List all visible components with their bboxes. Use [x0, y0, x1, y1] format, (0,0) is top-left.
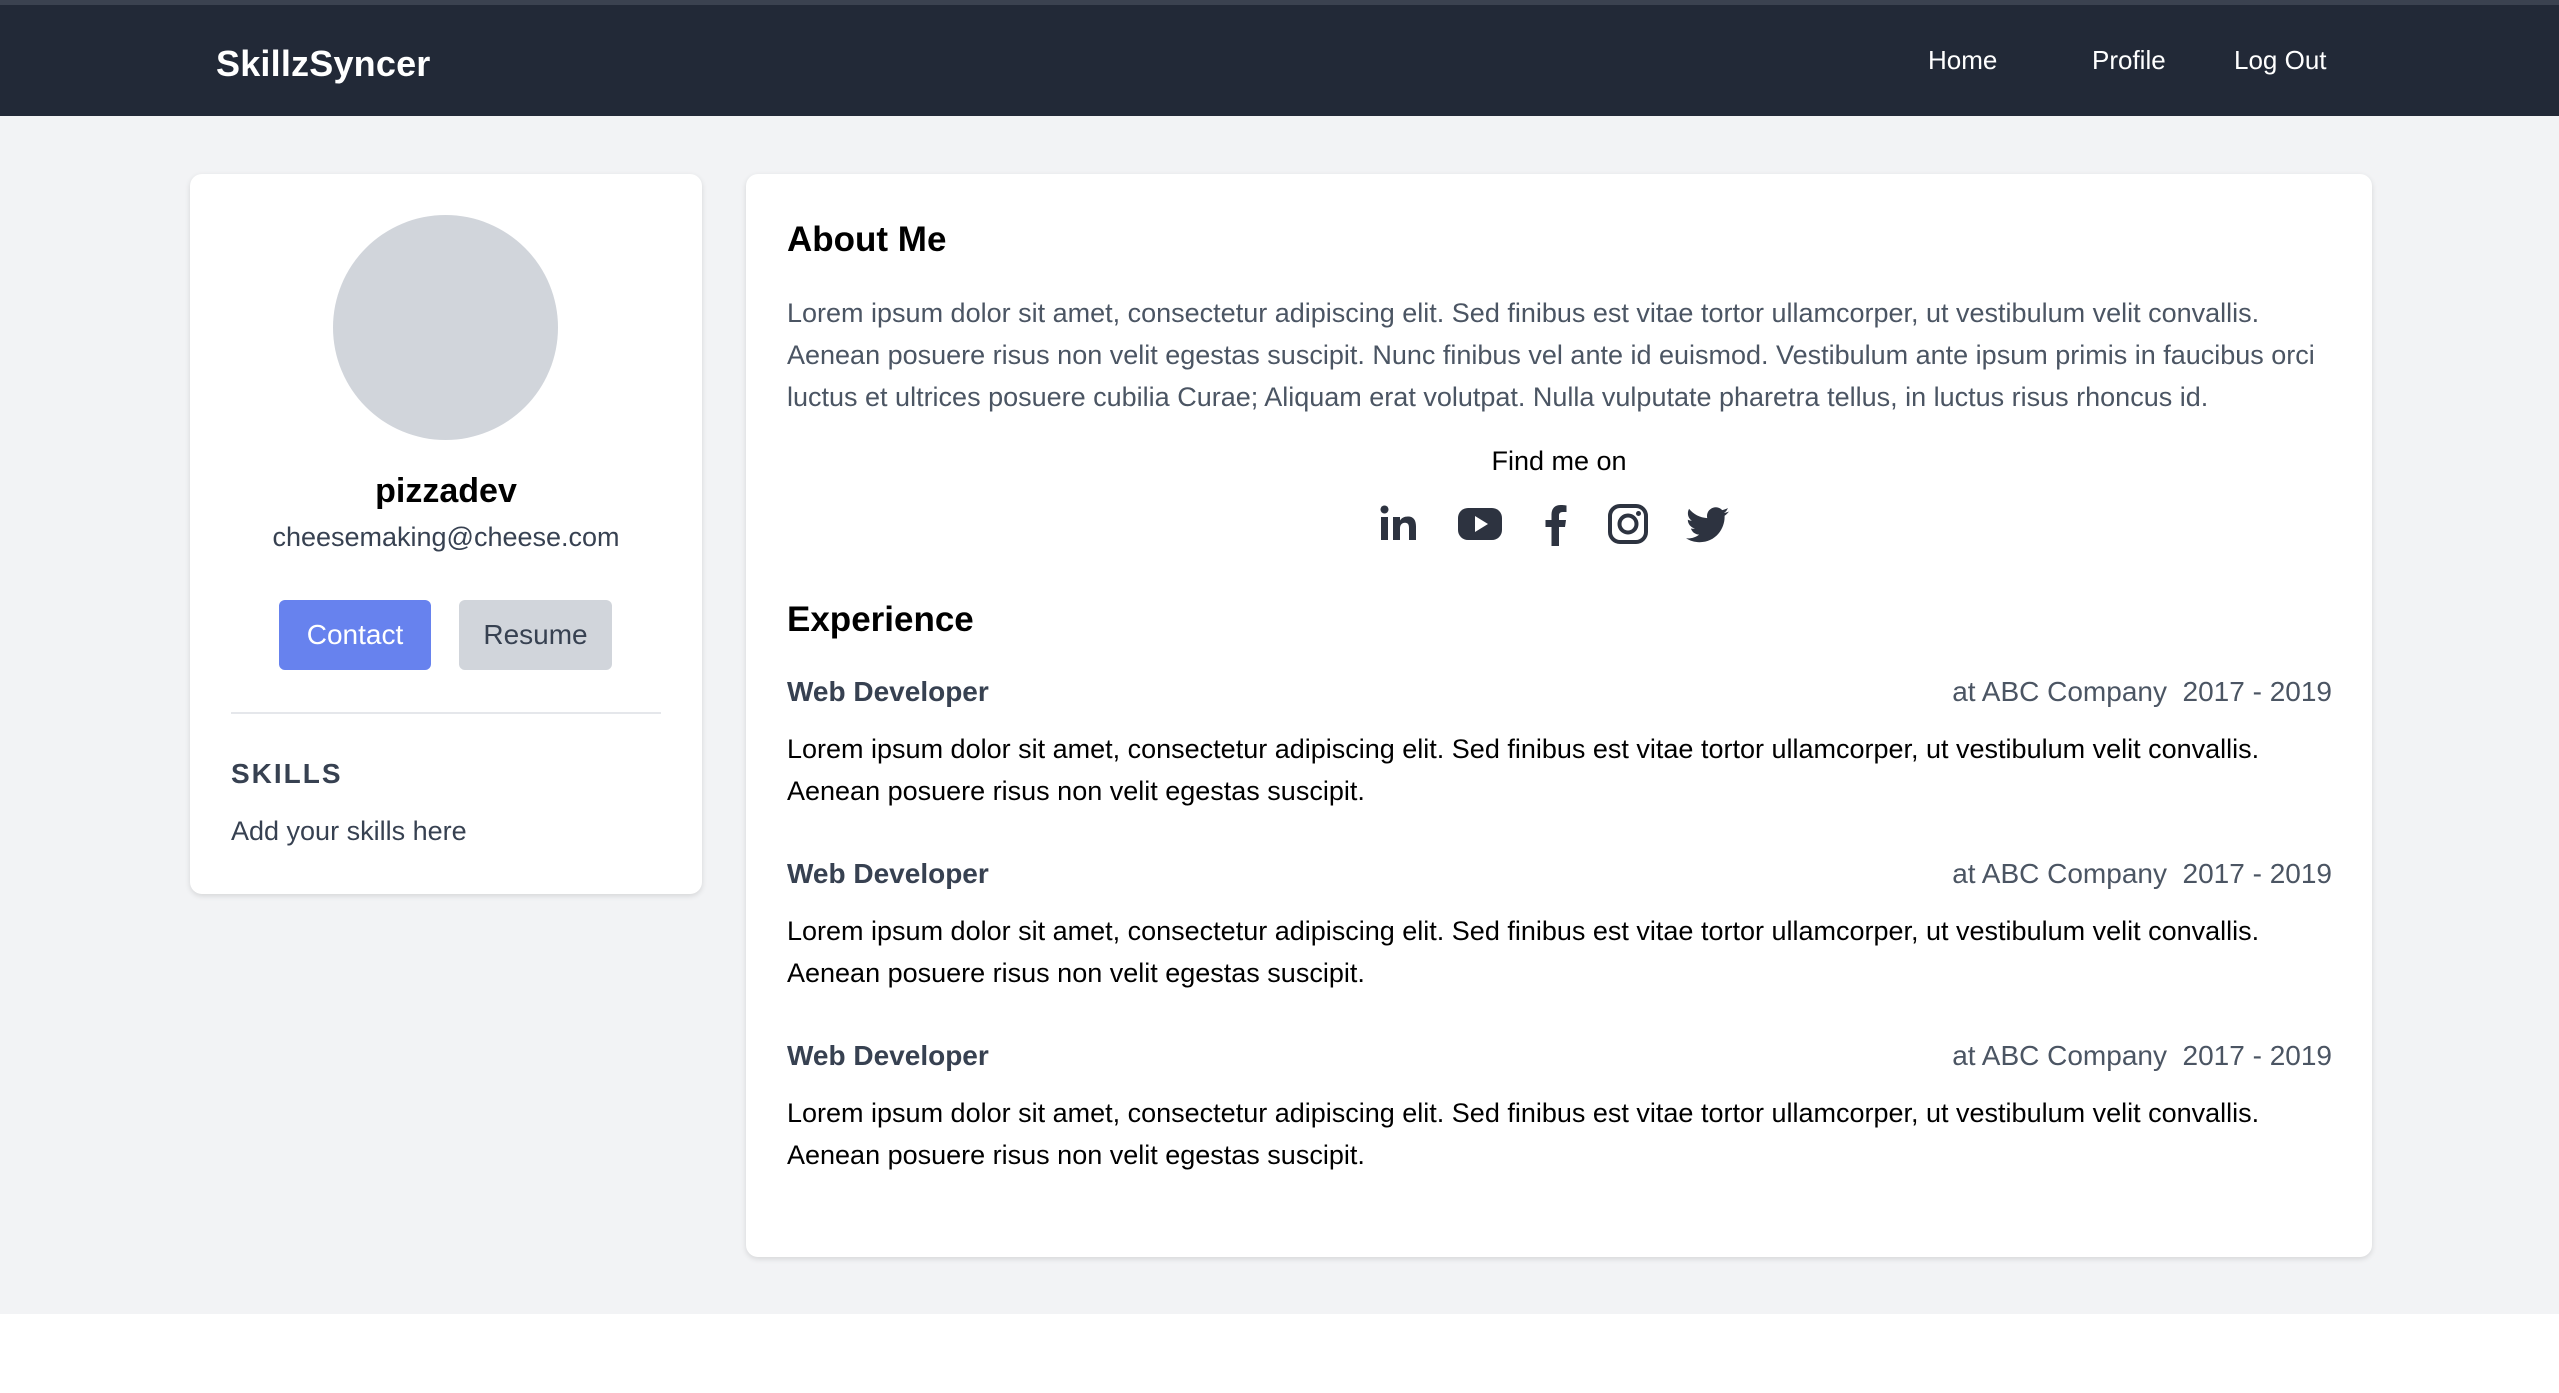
experience-meta: at ABC Company 2017 - 2019: [1952, 1040, 2332, 1072]
avatar: [333, 215, 558, 440]
experience-description: Lorem ipsum dolor sit amet, consectetur …: [787, 916, 2260, 988]
nav-profile-link[interactable]: Profile: [2092, 45, 2166, 76]
experience-item: Web Developer at ABC Company 2017 - 2019…: [787, 1040, 2332, 1180]
experience-role: Web Developer: [787, 858, 989, 889]
youtube-icon[interactable]: [1456, 500, 1504, 548]
social-links: [746, 500, 2372, 548]
find-me-label: Find me on: [1491, 446, 1627, 476]
experience-company: at ABC Company: [1952, 1040, 2167, 1071]
instagram-icon[interactable]: [1604, 500, 1652, 548]
navbar: SkillzSyncer Home Profile Log Out: [0, 5, 2559, 116]
nav-logout-link[interactable]: Log Out: [2234, 45, 2327, 76]
facebook-icon[interactable]: [1532, 500, 1580, 548]
about-card: About Me Lorem ipsum dolor sit amet, con…: [746, 174, 2372, 1257]
linkedin-icon[interactable]: [1374, 500, 1422, 548]
experience-company: at ABC Company: [1952, 676, 2167, 707]
profile-card: pizzadev cheesemaking@cheese.com Contact…: [190, 174, 702, 894]
about-heading: About Me: [787, 220, 947, 259]
contact-button[interactable]: Contact: [279, 600, 431, 670]
user-email: cheesemaking@cheese.com: [272, 522, 620, 552]
nav-home-link[interactable]: Home: [1928, 45, 1997, 76]
twitter-icon[interactable]: [1684, 500, 1732, 548]
divider: [231, 712, 661, 714]
resume-button[interactable]: Resume: [459, 600, 612, 670]
experience-meta: at ABC Company 2017 - 2019: [1952, 676, 2332, 708]
experience-company: at ABC Company: [1952, 858, 2167, 889]
experience-heading: Experience: [787, 600, 974, 639]
username: pizzadev: [375, 472, 517, 510]
skills-placeholder: Add your skills here: [231, 816, 467, 846]
experience-description: Lorem ipsum dolor sit amet, consectetur …: [787, 1098, 2260, 1170]
experience-item: Web Developer at ABC Company 2017 - 2019…: [787, 858, 2332, 998]
experience-role: Web Developer: [787, 1040, 989, 1071]
about-text: Lorem ipsum dolor sit amet, consectetur …: [787, 298, 2315, 412]
experience-years: 2017 - 2019: [2182, 1040, 2332, 1071]
experience-item: Web Developer at ABC Company 2017 - 2019…: [787, 676, 2332, 816]
experience-years: 2017 - 2019: [2182, 858, 2332, 889]
experience-years: 2017 - 2019: [2182, 676, 2332, 707]
brand-logo[interactable]: SkillzSyncer: [216, 43, 431, 85]
skills-heading: SKILLS: [231, 758, 343, 789]
experience-role: Web Developer: [787, 676, 989, 707]
experience-meta: at ABC Company 2017 - 2019: [1952, 858, 2332, 890]
experience-description: Lorem ipsum dolor sit amet, consectetur …: [787, 734, 2260, 806]
